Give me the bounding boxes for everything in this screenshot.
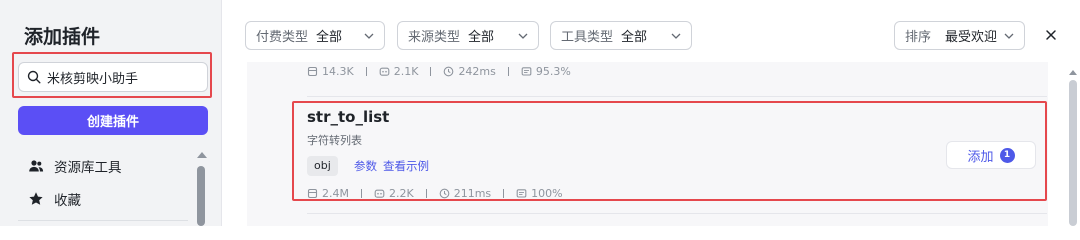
sidebar-scrollbar[interactable] <box>196 150 210 226</box>
previous-plugin-stats: 14.3K 2.1K 242ms 95.3% <box>307 63 571 79</box>
stat-value: 242ms <box>458 64 496 78</box>
search-input[interactable] <box>47 69 197 85</box>
clock-icon <box>444 66 454 76</box>
chevron-down-icon <box>671 33 681 39</box>
clock-icon <box>439 188 450 198</box>
output-type-tag: obj <box>307 156 338 176</box>
stat-bots: 2.2K <box>374 187 414 200</box>
params-link[interactable]: 参数 <box>354 158 377 174</box>
add-button-label: 添加 <box>967 149 994 165</box>
sort-label: 排序 <box>905 30 932 45</box>
users-icon <box>29 160 44 172</box>
stat-separator <box>365 66 367 76</box>
stat-value: 95.3% <box>535 64 571 78</box>
plugin-title[interactable]: str_to_list <box>307 108 389 126</box>
sidebar-divider <box>18 220 188 221</box>
chevron-down-icon <box>1004 33 1014 39</box>
filter-value: 全部 <box>468 30 495 45</box>
stat-separator <box>430 66 432 76</box>
stat-value: 211ms <box>453 186 492 200</box>
sidebar-item-label: 资源库工具 <box>54 160 122 176</box>
stat-separator <box>425 188 427 198</box>
stat-success: 95.3% <box>521 65 571 78</box>
search-box[interactable] <box>18 62 208 92</box>
cube-icon <box>307 66 318 76</box>
filter-value: 全部 <box>316 30 343 45</box>
stat-latency: 242ms <box>443 64 496 78</box>
sidebar-item-favorites[interactable]: 收藏 <box>28 189 81 209</box>
stat-separator <box>503 188 505 198</box>
sidebar-item-library-tools[interactable]: 资源库工具 <box>28 156 122 176</box>
pay-type-filter[interactable]: 付费类型 全部 <box>245 21 385 50</box>
bot-icon <box>379 67 390 76</box>
filter-label: 来源类型 <box>408 30 461 45</box>
source-type-filter[interactable]: 来源类型 全部 <box>397 21 539 50</box>
search-icon <box>27 70 41 84</box>
close-icon[interactable] <box>1043 27 1059 43</box>
sidebar: 添加插件 创建插件 资源库工具 收藏 <box>0 0 222 226</box>
scrollbar-thumb[interactable] <box>197 166 205 226</box>
stat-bots: 2.1K <box>379 64 419 78</box>
create-plugin-button[interactable]: 创建插件 <box>18 106 208 135</box>
main-scrollbar[interactable] <box>1066 66 1080 226</box>
tool-type-filter[interactable]: 工具类型 全部 <box>550 21 692 50</box>
plugin-stats: 2.4M 2.2K 211ms 100% <box>307 185 563 201</box>
stat-value: 100% <box>531 186 563 200</box>
filter-label: 工具类型 <box>561 30 614 45</box>
stat-separator <box>360 188 362 198</box>
message-icon <box>516 188 527 198</box>
stat-value: 2.1K <box>393 64 419 78</box>
stat-uses: 2.4M <box>307 187 349 200</box>
sort-select[interactable]: 排序 最受欢迎 <box>894 21 1025 50</box>
stat-value: 14.3K <box>322 64 354 78</box>
bot-icon <box>374 189 385 198</box>
sidebar-title: 添加插件 <box>24 26 101 48</box>
view-example-link[interactable]: 查看示例 <box>383 158 429 174</box>
row-divider <box>307 213 1047 214</box>
add-plugin-button[interactable]: 添加 1 <box>946 141 1036 169</box>
stat-success: 100% <box>516 186 563 200</box>
stat-value: 2.2K <box>388 186 414 200</box>
stat-separator <box>507 66 509 76</box>
filter-label: 付费类型 <box>256 30 309 45</box>
sort-value: 最受欢迎 <box>945 30 998 45</box>
scrollbar-thumb[interactable] <box>1069 80 1077 226</box>
chevron-down-icon <box>364 33 374 39</box>
star-icon <box>29 192 43 205</box>
chevron-down-icon <box>518 33 528 39</box>
sidebar-item-label: 收藏 <box>54 193 81 209</box>
filter-value: 全部 <box>621 30 648 45</box>
stat-value: 2.4M <box>322 186 349 200</box>
add-plugin-dialog: 添加插件 创建插件 资源库工具 收藏 <box>0 0 1080 226</box>
stat-uses: 14.3K <box>307 65 354 78</box>
cube-icon <box>307 188 318 198</box>
add-count-badge: 1 <box>999 147 1015 163</box>
plugin-description: 字符转列表 <box>307 134 362 147</box>
stat-latency: 211ms <box>439 187 491 200</box>
message-icon <box>521 66 532 76</box>
row-divider <box>307 96 1047 97</box>
scroll-up-arrow-icon[interactable] <box>197 152 207 158</box>
scroll-up-arrow-icon[interactable] <box>1069 70 1077 75</box>
